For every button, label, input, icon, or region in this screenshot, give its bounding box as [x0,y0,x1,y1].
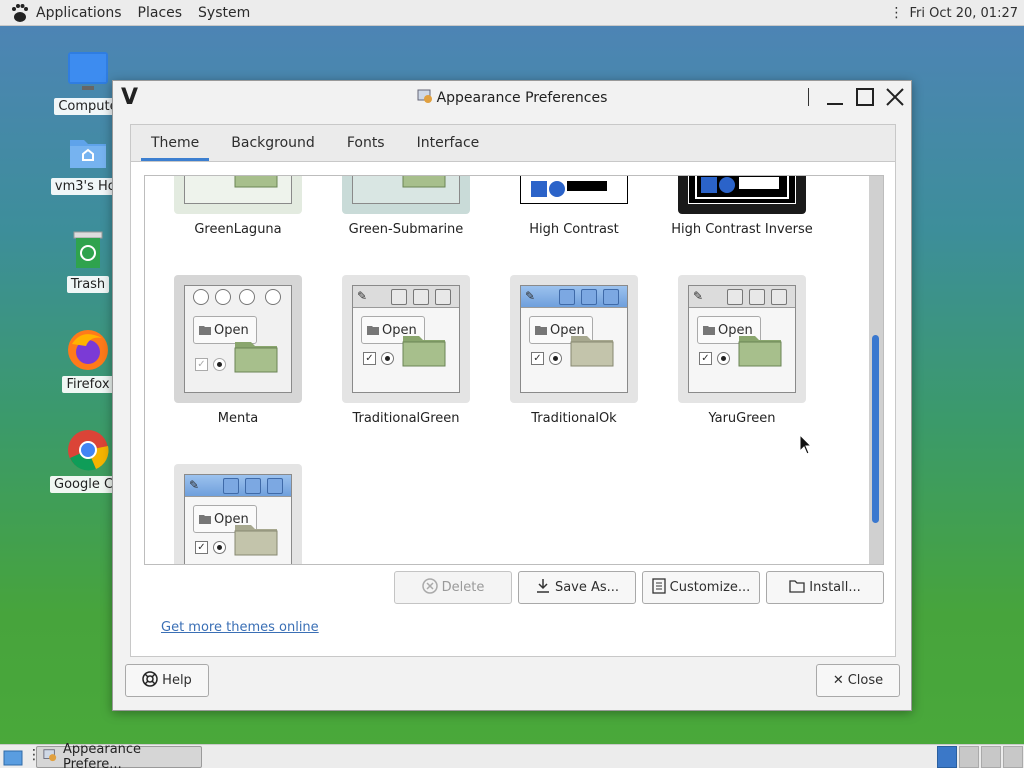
window-titlebar[interactable]: V Appearance Preferences [113,81,911,115]
appearance-icon [417,88,433,108]
scrollbar-thumb[interactable] [872,335,879,523]
desktop-icon-label: Trash [66,276,110,293]
theme-name: High Contrast Inverse [671,222,813,237]
top-panel: Applications Places System ⋮ Fri Oct 20,… [0,0,1024,26]
customize-icon [652,577,666,598]
taskbar-appearance-preferences[interactable]: Appearance Prefere... [36,742,202,768]
workspace-2[interactable] [959,746,979,768]
workspace-1[interactable] [937,746,957,768]
gnome-foot-icon[interactable] [10,3,30,23]
menu-places[interactable]: Places [138,5,183,21]
save-icon [535,578,551,598]
window-title: Appearance Preferences [436,90,608,106]
theme-name: TraditionalOk [531,411,617,426]
workspace-4[interactable] [1003,746,1023,768]
tab-fonts[interactable]: Fonts [337,135,395,161]
tab-interface[interactable]: Interface [407,135,490,161]
theme-name: TraditionalGreen [352,411,460,426]
help-icon [142,670,158,691]
home-folder-icon [66,130,110,174]
theme-name: Menta [217,411,259,426]
close-button[interactable]: ✕ Close [816,664,900,697]
theme-thumbnail-partial[interactable]: ✎ Open ✓ [174,464,302,564]
titlebar-separator [808,88,809,106]
desktop-icon-label: Firefox [62,376,114,393]
theme-thumbnail-yarugreen[interactable]: ✎ Open ✓ [678,275,806,403]
close-icon: ✕ [832,673,844,688]
panel-handle-icon: ⋮ [889,5,904,21]
help-button[interactable]: Help [125,664,209,697]
theme-name: Green-Submarine [348,222,464,237]
maximize-icon [856,88,874,106]
theme-list-scrollbar[interactable] [869,176,883,564]
bottom-panel: ⋮ Appearance Prefere... [0,742,1024,768]
install-button[interactable]: Install... [766,571,884,604]
theme-thumbnail-greenlaguna[interactable] [174,176,302,214]
minimize-icon [827,103,843,105]
theme-thumbnail-traditionalok[interactable]: ✎ Open ✓ [510,275,638,403]
delete-button[interactable]: Delete [394,571,512,604]
minimize-button[interactable] [823,85,847,109]
close-icon [886,88,904,106]
clock[interactable]: Fri Oct 20, 01:27 [909,6,1018,21]
get-more-themes-link[interactable]: Get more themes online [161,620,319,635]
customize-button[interactable]: Customize... [642,571,760,604]
window-menu-button[interactable]: V [121,85,138,110]
appearance-icon [43,748,57,766]
save-as-button[interactable]: Save As... [518,571,636,604]
delete-icon [421,577,438,598]
menu-system[interactable]: System [198,5,250,21]
tab-theme[interactable]: Theme [141,135,210,161]
theme-thumbnail-green-submarine[interactable] [342,176,470,214]
theme-name: YaruGreen [708,411,776,426]
theme-thumbnail-menta[interactable]: Open ✓ [174,275,302,403]
theme-thumbnail-traditionalgreen[interactable]: ✎ Open ✓ [342,275,470,403]
theme-thumbnail-high-contrast[interactable] [510,176,638,214]
theme-name: High Contrast [529,222,619,237]
maximize-button[interactable] [853,85,877,109]
menu-applications[interactable]: Applications [36,5,122,21]
firefox-icon [66,328,110,372]
mouse-cursor-icon [799,433,813,460]
appearance-preferences-window: V Appearance Preferences Theme Backgroun… [112,80,912,711]
chrome-icon [66,428,110,472]
theme-list[interactable]: GreenLaguna Green-Submarine High Contras… [144,175,884,565]
theme-name: GreenLaguna [194,222,282,237]
theme-thumbnail-high-contrast-inverse[interactable] [678,176,806,214]
show-desktop-icon[interactable] [3,747,23,768]
tab-background[interactable]: Background [221,135,325,161]
folder-open-icon [789,579,805,597]
workspace-3[interactable] [981,746,1001,768]
computer-icon [66,50,110,94]
tab-bar: Theme Background Fonts Interface [131,125,895,162]
trash-icon [66,228,110,272]
preferences-notebook: Theme Background Fonts Interface GreenLa… [130,124,896,657]
close-window-button[interactable] [883,85,907,109]
